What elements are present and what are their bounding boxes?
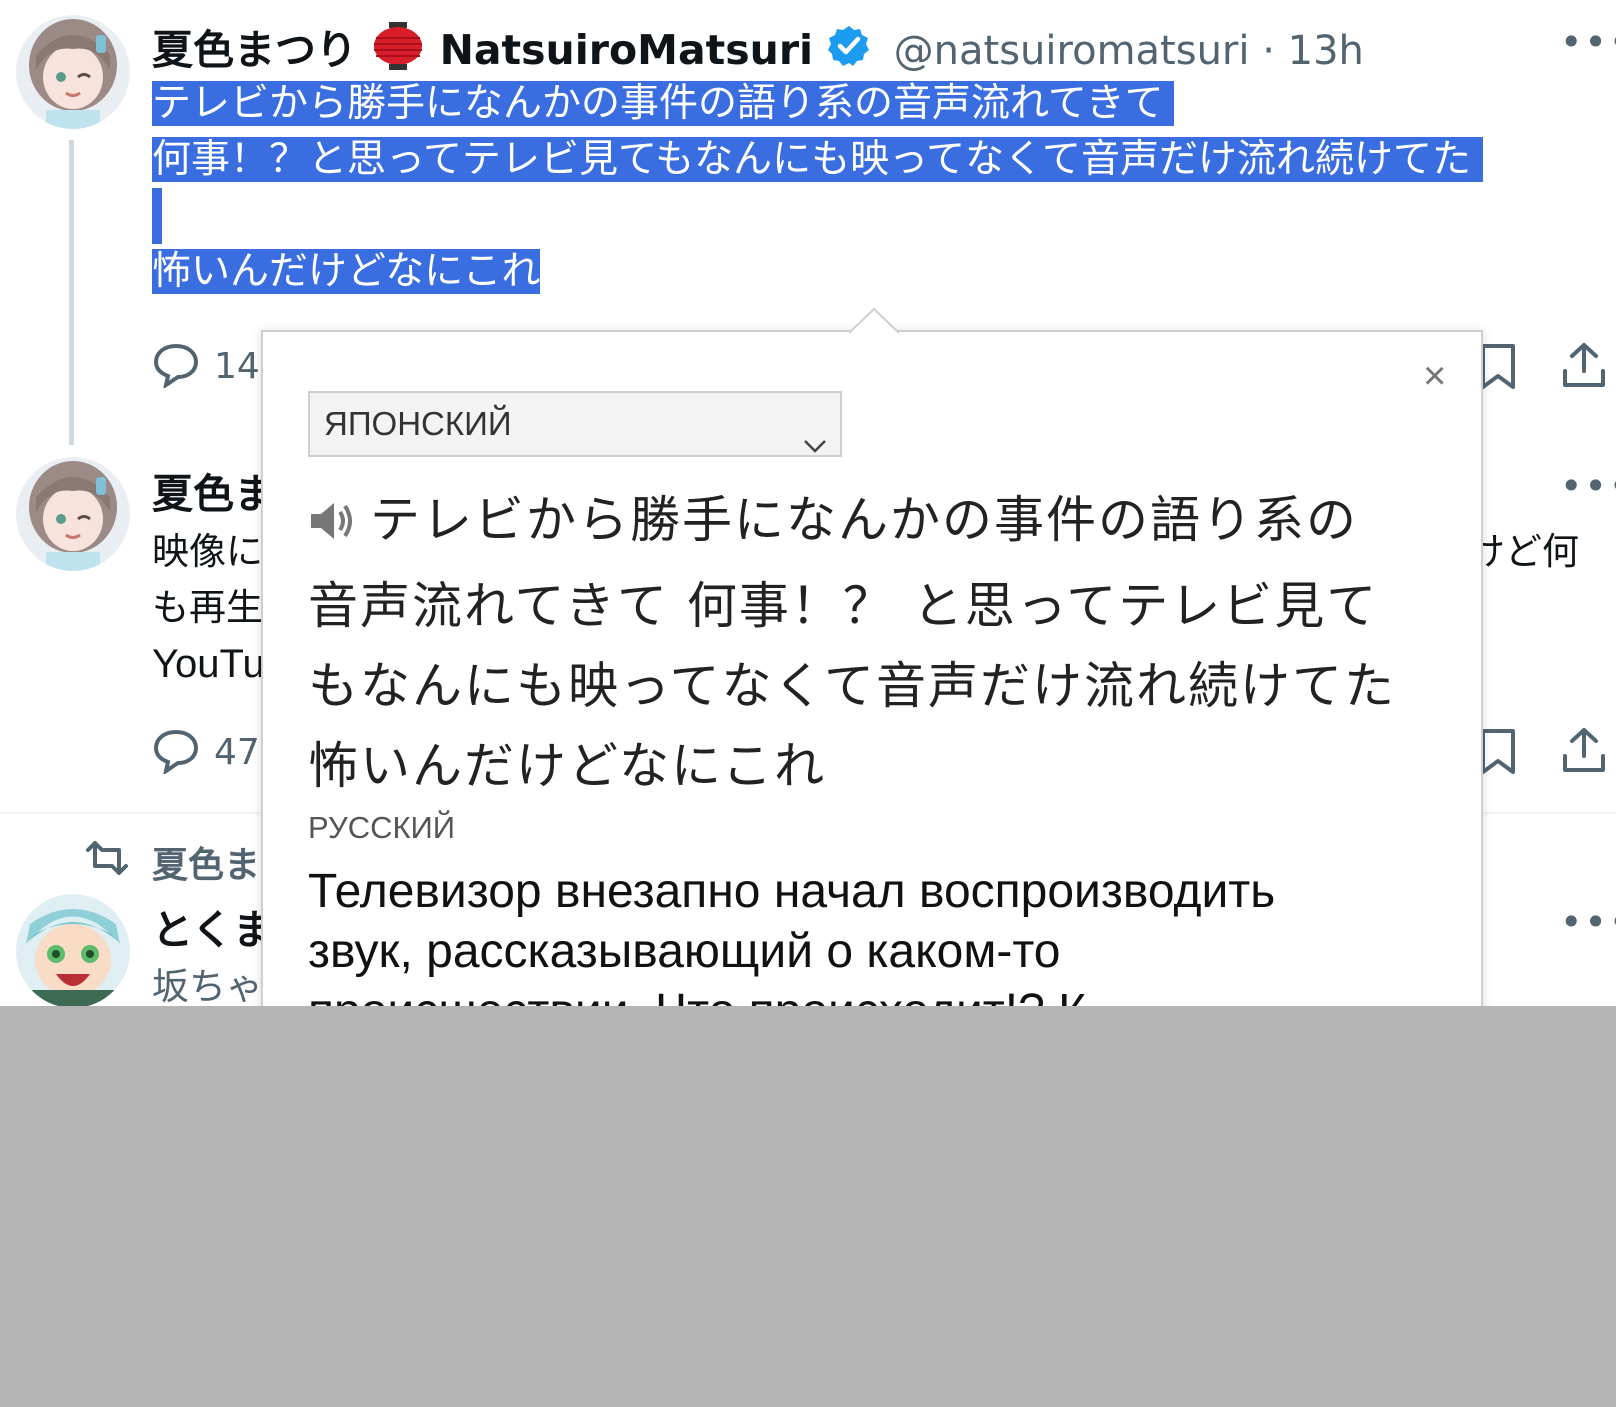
- speaker-icon[interactable]: [308, 486, 356, 566]
- display-name-suffix[interactable]: NatsuiroMatsuri: [440, 26, 814, 74]
- more-options-icon[interactable]: •••: [1560, 20, 1616, 64]
- reply-icon[interactable]: [152, 728, 200, 774]
- display-name[interactable]: 夏色まつり: [152, 26, 357, 74]
- translated-text-line: звук, рассказывающий о каком-то: [308, 925, 1061, 978]
- reply-count[interactable]: 14: [214, 346, 260, 387]
- translated-text-line: происшествии. Что происходит!? К: [308, 982, 1408, 1006]
- tweet-text-line: 映像に: [152, 530, 263, 573]
- share-icon[interactable]: [1561, 341, 1607, 389]
- thread-line: [69, 140, 74, 445]
- tweet1-author[interactable]: 夏色まつり NatsuiroMatsuri @natsuiromatsuri ·…: [152, 16, 1364, 80]
- avatar-natsuiro[interactable]: [16, 15, 130, 129]
- source-language-label: ЯПОНСКИЙ: [324, 405, 512, 442]
- selected-empty-line: [152, 188, 162, 244]
- tweet-text-line: YouTu: [152, 642, 265, 686]
- tweet-text-line: テレビから勝手になんかの事件の語り系の音声流れてきて: [152, 81, 1174, 126]
- bookmark-icon[interactable]: [1478, 728, 1518, 776]
- source-language-select[interactable]: ЯПОНСКИЙ: [308, 391, 842, 457]
- target-language-label: РУССКИЙ: [308, 810, 456, 845]
- retweet-icon: [84, 840, 130, 876]
- bookmark-icon[interactable]: [1478, 343, 1518, 391]
- retweeted-by[interactable]: 夏色ま: [152, 836, 260, 888]
- close-icon[interactable]: ×: [1423, 354, 1446, 399]
- more-options-icon[interactable]: •••: [1560, 464, 1616, 508]
- translated-text: Телевизор внезапно начал воспроизводить …: [308, 862, 1408, 1006]
- tweet-timeline: 夏色まつり NatsuiroMatsuri @natsuiromatsuri ·…: [0, 0, 1616, 1006]
- tweet2-text: 映像に も再生 YouTu: [152, 524, 265, 692]
- translation-popup: × ЯПОНСКИЙ テレビから勝手になんかの事件の語り系の音声流れてきて 何事…: [261, 308, 1483, 1006]
- reply-icon[interactable]: [152, 342, 200, 388]
- chevron-down-icon: [802, 413, 828, 475]
- tweet-text-line: 怖いんだけどなにこれ: [152, 249, 541, 294]
- lantern-emoji-icon: [373, 22, 423, 80]
- avatar-natsuiro[interactable]: [16, 457, 130, 571]
- source-text-block: テレビから勝手になんかの事件の語り系の音声流れてきて 何事！？ と思ってテレビ見…: [308, 480, 1398, 806]
- tweet3-author[interactable]: とくま: [152, 896, 274, 956]
- more-options-icon[interactable]: •••: [1560, 900, 1616, 944]
- translated-text-line: Телевизор внезапно начал воспроизводить: [308, 865, 1276, 918]
- tweet1-text: テレビから勝手になんかの事件の語り系の音声流れてきて 何事！？と思ってテレビ見て…: [152, 76, 1483, 300]
- avatar-tokumaru[interactable]: [16, 894, 130, 1006]
- handle-time[interactable]: @natsuiromatsuri · 13h: [894, 28, 1364, 74]
- tweet-text-line: も再生: [152, 586, 263, 629]
- tweet3-text: 坂ちゃ: [152, 965, 263, 1006]
- verified-badge-icon: [827, 24, 871, 78]
- reply-count[interactable]: 47: [214, 732, 260, 773]
- tweet-text-line: 何事！？と思ってテレビ見てもなんにも映ってなくて音声だけ流れ続けてた: [152, 137, 1483, 182]
- source-text: テレビから勝手になんかの事件の語り系の音声流れてきて 何事！？ と思ってテレビ見…: [308, 491, 1396, 795]
- share-icon[interactable]: [1561, 726, 1607, 774]
- tweet-text-line: けど何: [1468, 530, 1579, 573]
- tweet2-author[interactable]: 夏色ま: [152, 460, 275, 520]
